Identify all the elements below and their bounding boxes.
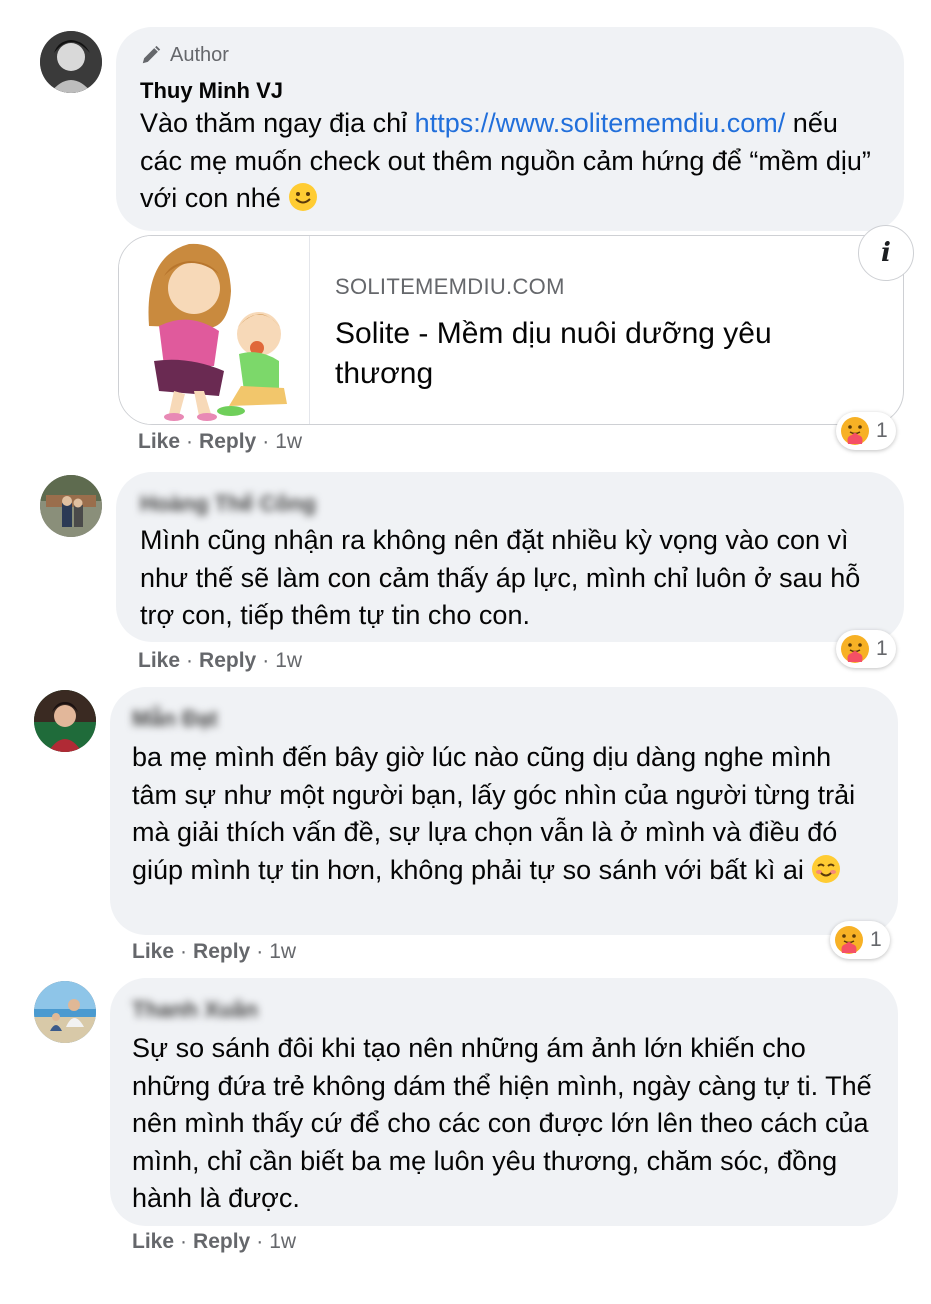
comment-time[interactable]: 1w [269, 940, 296, 964]
link-preview-card[interactable]: SOLITEMEMDIU.COM Solite - Mềm dịu nuôi d… [118, 235, 904, 425]
author-badge: Author [140, 41, 880, 69]
avatar[interactable] [34, 981, 96, 1043]
comment-time[interactable]: 1w [275, 649, 302, 673]
commenter-name[interactable]: Thanh Xuân [132, 996, 876, 1024]
link-preview-thumbnail [119, 236, 310, 424]
care-reaction-icon [841, 417, 869, 445]
comment-text: Sự so sánh đôi khi tạo nên những ám ảnh … [132, 1033, 872, 1213]
author-badge-label: Author [170, 43, 229, 66]
link-preview-domain: SOLITEMEMDIU.COM [335, 274, 565, 299]
smile-emoji-icon [288, 182, 318, 212]
like-button[interactable]: Like [132, 1230, 174, 1254]
care-reaction-icon [835, 926, 863, 954]
reaction-summary[interactable]: 1 [830, 921, 890, 959]
comment-actions: Like · Reply · 1w [138, 649, 303, 673]
info-icon[interactable]: i [858, 225, 914, 281]
reaction-count: 1 [870, 928, 882, 951]
comment-bubble: Thanh Xuân Sự so sánh đôi khi tạo nên nh… [110, 978, 898, 1226]
comment-actions: Like · Reply · 1w [132, 1230, 297, 1254]
avatar[interactable] [40, 31, 102, 93]
comment-bubble: Mẫn Đạt ba mẹ mình đến bây giờ lúc nào c… [110, 687, 898, 935]
reaction-count: 1 [876, 637, 888, 660]
reaction-count: 1 [876, 419, 888, 442]
comment-actions: Like · Reply · 1w [132, 940, 297, 964]
blush-emoji-icon [811, 854, 841, 884]
pencil-icon [142, 45, 161, 64]
comment-actions: Like · Reply · 1w [138, 430, 303, 454]
comment-bubble: Author Thuy Minh VJ Vào thăm ngay địa ch… [116, 27, 904, 231]
link-preview-title[interactable]: Solite - Mềm dịu nuôi dưỡng yêu thương [335, 314, 855, 394]
commenter-name[interactable]: Thuy Minh VJ [140, 77, 880, 105]
avatar[interactable] [40, 475, 102, 537]
reaction-summary[interactable]: 1 [836, 412, 896, 450]
comment-text: ba mẹ mình đến bây giờ lúc nào cũng dịu … [132, 742, 856, 885]
reply-button[interactable]: Reply [199, 430, 256, 454]
comment-bubble: Hoàng Thế Công Mình cũng nhận ra không n… [116, 472, 904, 642]
comment-time[interactable]: 1w [275, 430, 302, 454]
reply-button[interactable]: Reply [193, 1230, 250, 1254]
reply-button[interactable]: Reply [193, 940, 250, 964]
comment-time[interactable]: 1w [269, 1230, 296, 1254]
like-button[interactable]: Like [138, 430, 180, 454]
like-button[interactable]: Like [138, 649, 180, 673]
care-reaction-icon [841, 635, 869, 663]
reaction-summary[interactable]: 1 [836, 630, 896, 668]
comment-text: Mình cũng nhận ra không nên đặt nhiều kỳ… [140, 525, 861, 630]
comment-text: Vào thăm ngay địa chỉ https://www.solite… [140, 108, 871, 213]
commenter-name[interactable]: Hoàng Thế Công [140, 490, 880, 518]
commenter-name[interactable]: Mẫn Đạt [132, 705, 876, 733]
comment-link[interactable]: https://www.solitememdiu.com/ [415, 108, 786, 138]
avatar[interactable] [34, 690, 96, 752]
reply-button[interactable]: Reply [199, 649, 256, 673]
like-button[interactable]: Like [132, 940, 174, 964]
